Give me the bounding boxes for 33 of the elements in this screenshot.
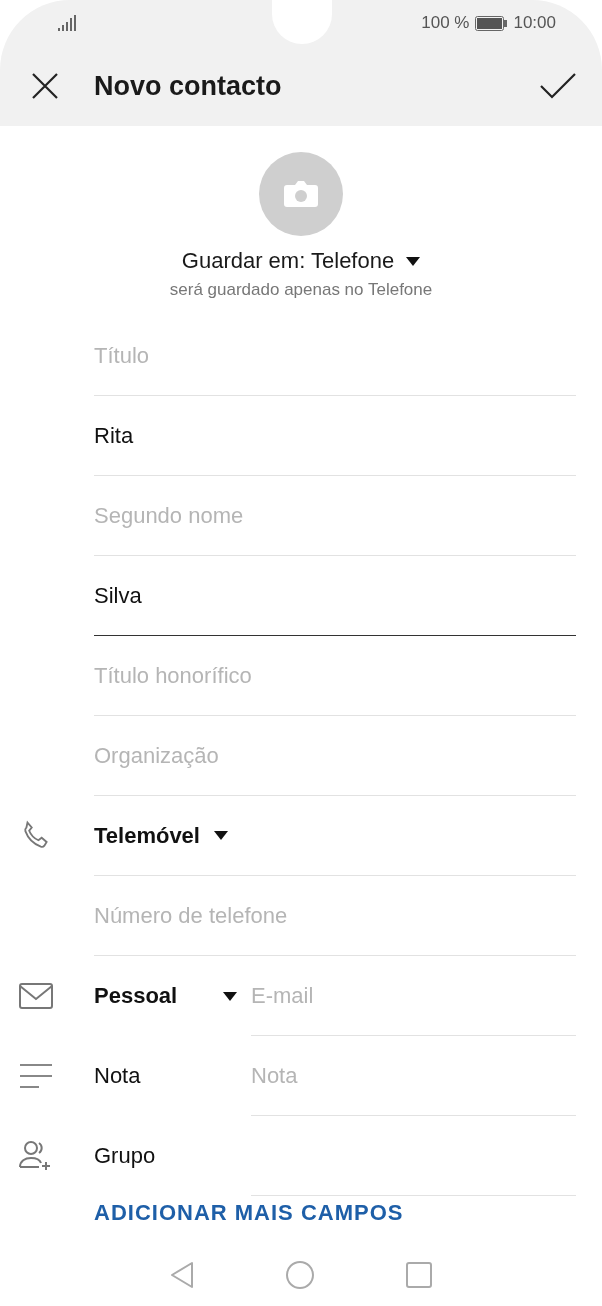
save-location-note: será guardado apenas no Telefone: [168, 280, 434, 300]
text-field[interactable]: Nota: [251, 1036, 576, 1116]
field-label: Nota: [94, 1063, 141, 1089]
phone-type-dropdown[interactable]: Telemóvel: [94, 822, 228, 849]
camera-icon: [284, 181, 318, 207]
battery-icon: [475, 15, 508, 31]
add-group-icon: [19, 1141, 53, 1171]
text-field[interactable]: Silva: [94, 556, 576, 636]
confirm-button[interactable]: [540, 72, 576, 100]
recents-icon[interactable]: [406, 1262, 432, 1288]
home-icon[interactable]: [286, 1261, 314, 1289]
text-field[interactable]: Segundo nome: [94, 476, 576, 556]
envelope-icon: [19, 983, 53, 1009]
caret-icon: [214, 831, 228, 840]
screen-title: Novo contacto: [94, 70, 283, 102]
text-field[interactable]: E-mail: [251, 956, 576, 1036]
save-location-dropdown[interactable]: Guardar em: Telefone: [181, 248, 421, 274]
battery-percentage: 100 %: [421, 13, 470, 33]
text-field[interactable]: Título honorífico: [94, 636, 576, 716]
field-label: Grupo: [94, 1143, 156, 1169]
signal-icon: [58, 15, 78, 31]
back-icon[interactable]: [170, 1261, 194, 1289]
clock: 10:00: [513, 13, 556, 33]
lines-icon: [19, 1063, 53, 1089]
caret-icon: [223, 991, 237, 1001]
add-more-fields-link[interactable]: ADICIONAR MAIS CAMPOS: [94, 1200, 404, 1226]
text-field[interactable]: Rita: [94, 396, 576, 476]
email-type-dropdown[interactable]: Pessoal: [94, 983, 237, 1009]
close-button[interactable]: [30, 71, 60, 101]
text-field[interactable]: Número de telefone: [94, 876, 576, 956]
text-field[interactable]: Organização: [94, 716, 576, 796]
caret-icon: [406, 256, 421, 266]
text-field[interactable]: Título: [94, 316, 576, 396]
